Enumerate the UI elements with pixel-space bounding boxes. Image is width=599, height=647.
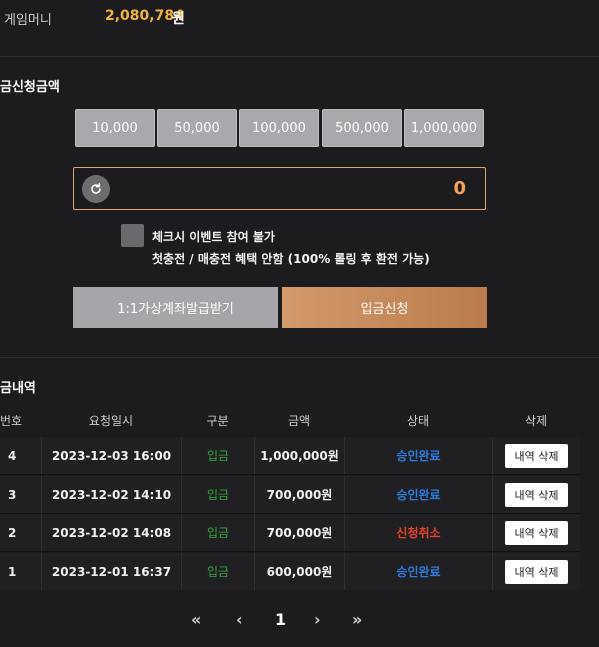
column-header-delete: 삭제 bbox=[524, 414, 548, 428]
cell-no-text: 3 bbox=[8, 487, 17, 502]
column-header-amount: 금액 bbox=[287, 414, 311, 428]
cell-type: 입금 bbox=[181, 476, 254, 513]
cell-datetime-text: 2023-12-01 16:37 bbox=[51, 564, 172, 579]
cell-status: 승인완료 bbox=[344, 476, 492, 513]
cell-datetime: 2023-12-03 16:00 bbox=[41, 437, 181, 474]
cell-no-text: 4 bbox=[8, 448, 17, 463]
preset-10000-button[interactable]: 10,000 bbox=[75, 109, 155, 147]
cell-type: 입금 bbox=[181, 437, 254, 474]
cell-status-text: 승인완료 bbox=[396, 565, 441, 579]
preset-50000-button[interactable]: 50,000 bbox=[157, 109, 237, 147]
table-row: 3 2023-12-02 14:10 입금 700,000원 승인완료 내역 삭제 bbox=[0, 476, 580, 513]
divider bbox=[0, 357, 599, 358]
cell-amount-text: 700,000원 bbox=[266, 488, 333, 502]
pagination-next[interactable]: › bbox=[314, 610, 321, 629]
table-row: 1 2023-12-01 16:37 입금 600,000원 승인완료 내역 삭제 bbox=[0, 553, 580, 590]
cell-type: 입금 bbox=[181, 514, 254, 551]
pagination-first[interactable]: « bbox=[191, 610, 201, 629]
refresh-icon bbox=[91, 183, 101, 194]
cell-datetime-text: 2023-12-02 14:08 bbox=[51, 525, 172, 540]
cell-type-text: 입금 bbox=[206, 449, 230, 463]
cell-delete: 내역 삭제 bbox=[492, 553, 580, 590]
column-header-no: 번호 bbox=[0, 414, 23, 428]
deposit-apply-button[interactable]: 입금신청 bbox=[282, 287, 487, 328]
deposit-amount-title: 금신청금액 bbox=[0, 80, 60, 95]
cell-type-text: 입금 bbox=[206, 565, 230, 579]
table-row: 4 2023-12-03 16:00 입금 1,000,000원 승인완료 내역 삭제 bbox=[0, 437, 580, 474]
cell-amount: 700,000원 bbox=[254, 476, 344, 513]
preset-100000-button[interactable]: 100,000 bbox=[239, 109, 319, 147]
delete-history-button[interactable]: 내역 삭제 bbox=[504, 520, 569, 545]
cell-delete: 내역 삭제 bbox=[492, 476, 580, 513]
cell-type-text: 입금 bbox=[206, 488, 230, 502]
cell-status: 신청취소 bbox=[344, 514, 492, 551]
table-row: 2 2023-12-02 14:08 입금 700,000원 신청취소 내역 삭제 bbox=[0, 514, 580, 551]
cell-no-text: 1 bbox=[8, 564, 17, 579]
preset-1000000-button[interactable]: 1,000,000 bbox=[404, 109, 484, 147]
divider bbox=[0, 56, 599, 57]
cell-no: 2 bbox=[0, 514, 41, 551]
cell-datetime: 2023-12-01 16:37 bbox=[41, 553, 181, 590]
cell-no: 3 bbox=[0, 476, 41, 513]
checkbox-label: 체크시 이벤트 참여 불가 bbox=[152, 230, 275, 244]
virtual-account-button[interactable]: 1:1가상계좌발급받기 bbox=[73, 287, 278, 328]
cell-amount: 1,000,000원 bbox=[254, 437, 344, 474]
cell-delete: 내역 삭제 bbox=[492, 514, 580, 551]
history-title: 금내역 bbox=[0, 381, 36, 396]
column-header-type: 구분 bbox=[206, 414, 229, 428]
cell-no: 1 bbox=[0, 553, 41, 590]
pagination-last[interactable]: » bbox=[352, 610, 362, 629]
delete-history-button[interactable]: 내역 삭제 bbox=[504, 482, 569, 507]
game-money-unit: 원 bbox=[172, 11, 185, 27]
cell-status-text: 승인완료 bbox=[396, 488, 441, 502]
amount-value: 0 bbox=[453, 178, 466, 199]
cell-amount-text: 600,000원 bbox=[266, 565, 333, 579]
cell-datetime: 2023-12-02 14:08 bbox=[41, 514, 181, 551]
cell-amount-text: 700,000원 bbox=[266, 526, 333, 540]
delete-history-button[interactable]: 내역 삭제 bbox=[504, 443, 569, 468]
preset-500000-button[interactable]: 500,000 bbox=[322, 109, 402, 147]
row-separator bbox=[0, 551, 580, 552]
game-money-row: 게임머니 2,080,784 원 bbox=[0, 0, 599, 36]
game-money-label: 게임머니 bbox=[4, 13, 52, 28]
cell-amount: 700,000원 bbox=[254, 514, 344, 551]
checkbox-note: 첫충전 / 매충전 혜택 안함 (100% 롤링 후 환전 가능) bbox=[152, 252, 430, 266]
pagination-current[interactable]: 1 bbox=[275, 610, 286, 629]
amount-input[interactable]: 0 bbox=[73, 167, 486, 210]
cell-status: 승인완료 bbox=[344, 437, 492, 474]
column-header-status: 상태 bbox=[406, 414, 430, 428]
cell-status-text: 신청취소 bbox=[396, 526, 441, 540]
cell-type-text: 입금 bbox=[206, 526, 230, 540]
cell-status: 승인완료 bbox=[344, 553, 492, 590]
cell-no-text: 2 bbox=[8, 525, 17, 540]
cell-datetime-text: 2023-12-03 16:00 bbox=[51, 448, 172, 463]
cell-datetime: 2023-12-02 14:10 bbox=[41, 476, 181, 513]
cell-delete: 내역 삭제 bbox=[492, 437, 580, 474]
cell-amount-text: 1,000,000원 bbox=[260, 449, 339, 463]
cell-datetime-text: 2023-12-02 14:10 bbox=[51, 487, 172, 502]
cell-no: 4 bbox=[0, 437, 41, 474]
cell-status-text: 승인완료 bbox=[396, 449, 441, 463]
cell-amount: 600,000원 bbox=[254, 553, 344, 590]
row-separator bbox=[0, 474, 580, 475]
reset-button[interactable] bbox=[82, 175, 110, 203]
pagination-prev[interactable]: ‹ bbox=[236, 610, 243, 629]
column-header-datetime: 요청일시 bbox=[88, 414, 134, 428]
cell-type: 입금 bbox=[181, 553, 254, 590]
delete-history-button[interactable]: 내역 삭제 bbox=[504, 559, 569, 584]
event-opt-out-checkbox[interactable] bbox=[121, 224, 144, 247]
